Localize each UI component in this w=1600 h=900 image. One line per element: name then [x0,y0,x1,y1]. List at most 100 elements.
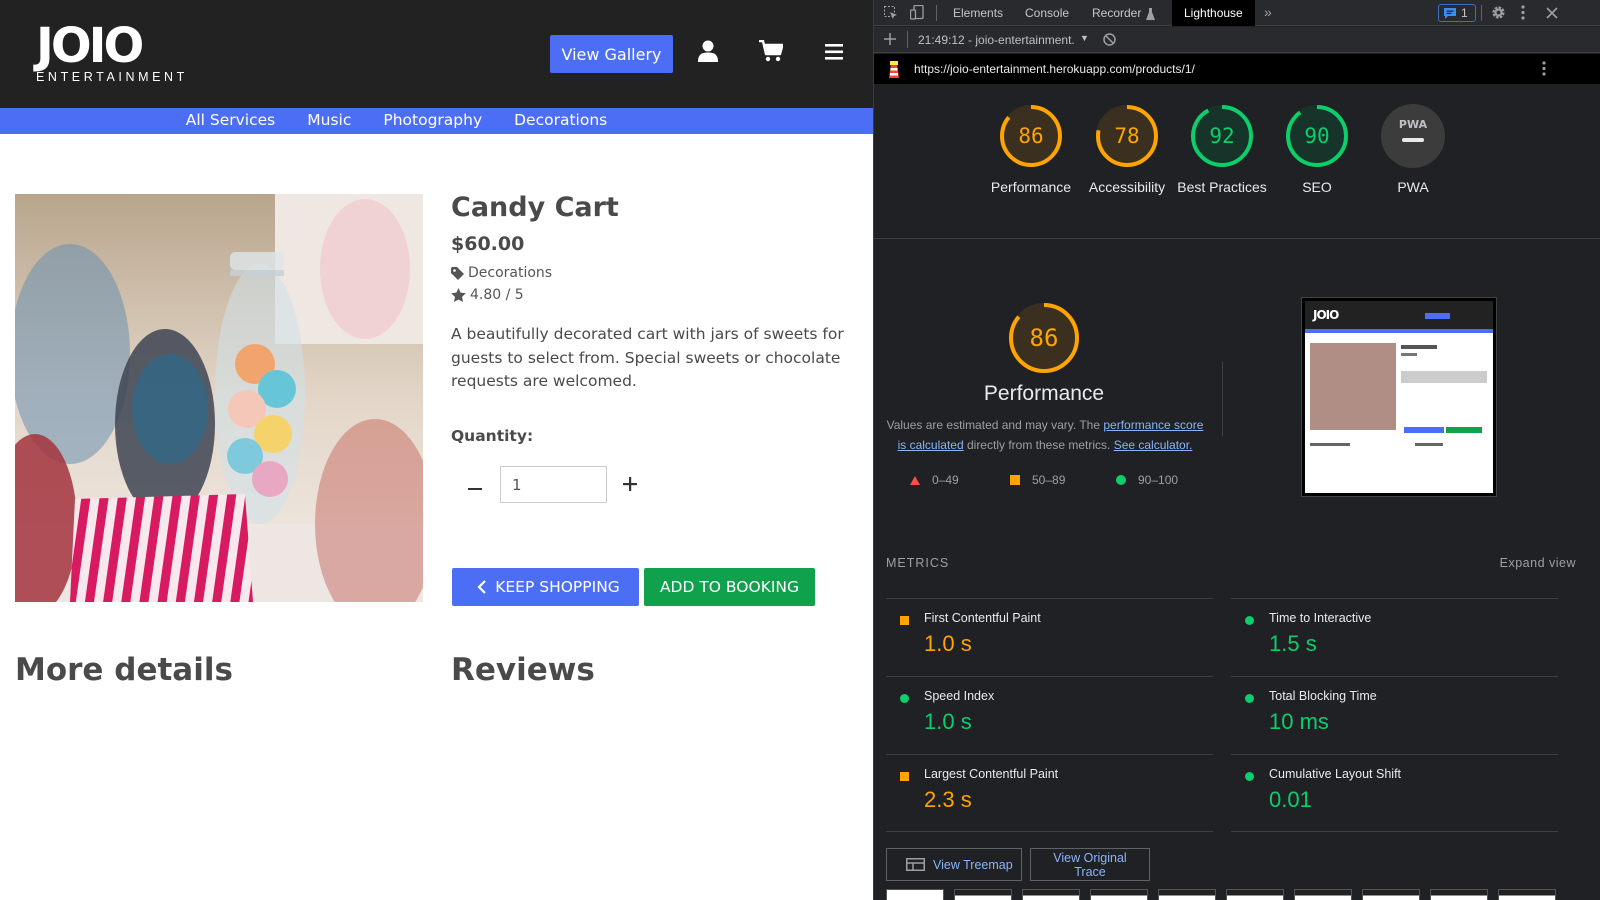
expand-view-toggle[interactable]: Expand view [1500,556,1576,570]
nav-music[interactable]: Music [307,108,351,134]
circle-green-icon [1116,475,1126,485]
chevron-left-icon [477,580,486,594]
product-category-label: Decorations [468,265,553,281]
filmstrip-frame [954,889,1012,900]
metric-time-to-interactive: Time to Interactive 1.5 s [1231,598,1558,676]
metric-total-blocking-time: Total Blocking Time 10 ms [1231,676,1558,754]
gauge-seo[interactable]: 90 [1285,104,1349,173]
minus-icon [468,488,482,490]
legend-pass-label: 90–100 [1138,473,1179,487]
tab-lighthouse[interactable]: Lighthouse [1172,0,1255,26]
close-devtools-icon[interactable] [1546,6,1558,24]
product-category[interactable]: Decorations [451,265,552,281]
toolbar-divider [1481,5,1482,21]
user-icon[interactable] [698,40,718,67]
metric-status-icon [1245,772,1254,781]
star-icon [451,288,466,302]
final-screenshot-thumbnail[interactable]: JOIO [1301,297,1497,497]
gauge-best-practices-value: 92 [1209,124,1234,148]
gauge-performance-value: 86 [1018,124,1043,148]
gauge-pwa[interactable]: PWA [1381,104,1445,173]
tab-console[interactable]: Console [1025,0,1069,26]
devtools-panel: Elements Console Recorder Lighthouse » 1… [873,0,1600,900]
gauge-seo-value: 90 [1304,124,1329,148]
decrement-quantity-button[interactable] [460,470,490,498]
treemap-icon [906,858,925,871]
pwa-dash-icon [1402,138,1424,142]
report-menu-icon[interactable] [1542,61,1546,79]
metric-value: 1.0 s [924,631,972,656]
filmstrip-frame [1498,889,1556,900]
metric-value: 1.5 s [1269,631,1317,656]
metric-name: First Contentful Paint [924,611,1041,625]
lighthouse-toolbar: 21:49:12 - joio-entertainment. ▼ [874,27,1600,53]
product-image [15,194,423,602]
see-calculator-link[interactable]: See calculator. [1114,438,1193,452]
quantity-input[interactable] [500,466,607,503]
inspect-element-icon[interactable] [884,6,898,25]
metric-value: 10 ms [1269,709,1329,734]
new-report-plus-icon[interactable] [884,33,896,48]
devtools-tab-bar: Elements Console Recorder Lighthouse » 1 [874,0,1600,26]
nav-photography[interactable]: Photography [383,108,482,134]
performance-title: Performance [983,382,1105,405]
cart-icon[interactable] [759,39,784,67]
filmstrip-frame [1362,889,1420,900]
settings-gear-icon[interactable] [1491,5,1506,25]
metric-first-contentful-paint: First Contentful Paint 1.0 s [886,598,1213,676]
gauge-seo-label: SEO [1302,179,1332,195]
reviews-heading: Reviews [451,652,595,688]
issues-badge[interactable]: 1 [1438,4,1476,22]
logo-main-text: JOIO [36,18,144,74]
section-divider [874,238,1600,239]
view-original-trace-button[interactable]: View Original Trace [1030,848,1150,881]
metric-status-icon [900,694,909,703]
add-to-booking-button[interactable]: ADD TO BOOKING [644,568,815,606]
performance-note-mid: directly from these metrics. [963,438,1114,452]
report-url-bar: https://joio-entertainment.herokuapp.com… [874,54,1600,84]
metric-value: 2.3 s [924,787,972,812]
metrics-header: METRICS [886,556,950,570]
filmstrip-frame [1430,889,1488,900]
report-url[interactable]: https://joio-entertainment.herokuapp.com… [914,62,1195,76]
logo-sub-text: ENTERTAINMENT [36,70,188,84]
gauge-accessibility-value: 78 [1114,124,1139,148]
filmstrip-frame [1090,889,1148,900]
metric-value: 0.01 [1269,787,1312,812]
gauge-best-practices[interactable]: 92 [1190,104,1254,173]
keep-shopping-button[interactable]: KEEP SHOPPING [452,568,639,606]
view-treemap-button[interactable]: View Treemap [886,848,1022,881]
category-nav: All Services Music Photography Decoratio… [0,108,873,134]
metric-status-icon [1245,694,1254,703]
view-treemap-label: View Treemap [933,857,1013,872]
metric-largest-contentful-paint: Largest Contentful Paint 2.3 s [886,754,1213,832]
metric-cumulative-layout-shift: Cumulative Layout Shift 0.01 [1231,754,1558,832]
nav-decorations[interactable]: Decorations [514,108,607,134]
kebab-menu-icon[interactable] [1521,5,1525,25]
report-select[interactable]: 21:49:12 - joio-entertainment. [918,33,1075,47]
nav-all-services[interactable]: All Services [186,108,276,134]
tab-recorder[interactable]: Recorder [1092,0,1141,26]
view-gallery-button[interactable]: View Gallery [550,35,673,73]
product-description: A beautifully decorated cart with jars o… [451,325,844,390]
gauge-performance[interactable]: 86 [999,104,1063,173]
gauge-pwa-label: PWA [1397,179,1429,195]
filmstrip-frame [1158,889,1216,900]
device-toolbar-icon[interactable] [909,4,924,25]
site-logo[interactable]: JOIO ENTERTAINMENT [36,22,188,84]
hamburger-menu-icon[interactable] [825,44,843,65]
metric-name: Cumulative Layout Shift [1269,767,1402,781]
tab-elements[interactable]: Elements [953,0,1003,26]
gauge-accessibility[interactable]: 78 [1095,104,1159,173]
dropdown-arrow-icon[interactable]: ▼ [1080,33,1089,43]
increment-quantity-button[interactable] [615,470,645,498]
clear-reports-icon[interactable] [1103,33,1116,49]
performance-note-start: Values are estimated and may vary. The [886,418,1104,432]
metric-name: Largest Contentful Paint [924,767,1059,781]
more-tabs-icon[interactable]: » [1264,4,1272,20]
performance-main-score: 86 [1030,324,1059,352]
filmstrip-frame [886,889,944,900]
metric-value: 1.0 s [924,709,972,734]
square-orange-icon [1010,475,1020,485]
legend-average-label: 50–89 [1032,473,1066,487]
